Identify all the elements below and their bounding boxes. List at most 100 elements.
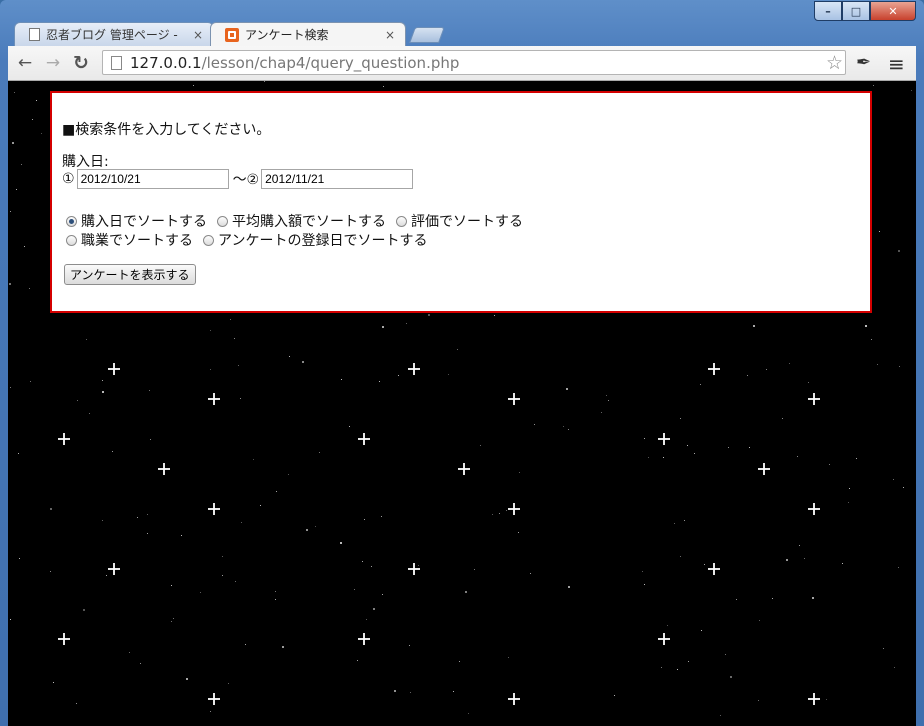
star-dot: [76, 703, 77, 704]
star-dot: [786, 559, 788, 561]
star-dot: [275, 591, 276, 592]
sort-options-row-2: 職業でソートする アンケートの登録日でソートする: [66, 230, 437, 250]
star-dot: [700, 384, 701, 385]
sparkle-star: [508, 503, 520, 515]
menu-icon[interactable]: ≡: [888, 52, 905, 76]
tab-close-icon[interactable]: ×: [193, 28, 203, 42]
back-button[interactable]: ←: [14, 52, 36, 74]
radio-button[interactable]: [203, 234, 214, 246]
minimize-button[interactable]: –: [814, 1, 842, 21]
star-dot: [238, 365, 239, 366]
star-dot: [428, 314, 430, 316]
star-dot: [19, 558, 20, 559]
star-dot: [306, 529, 308, 531]
sort-by-average-amount-option[interactable]: 平均購入額でソートする: [217, 211, 386, 231]
star-dot: [173, 618, 174, 619]
star-dot: [725, 654, 726, 655]
forward-button[interactable]: →: [42, 52, 64, 74]
tab-ninja-blog[interactable]: 忍者ブログ 管理ページ - ×: [14, 22, 214, 46]
star-dot: [530, 573, 531, 574]
sparkle-star: [708, 363, 720, 375]
star-dot: [50, 571, 51, 572]
tab-survey-search[interactable]: アンケート検索 ×: [210, 22, 406, 46]
star-dot: [894, 667, 895, 668]
sort-by-occupation-option[interactable]: 職業でソートする: [66, 230, 193, 250]
eyedropper-icon[interactable]: ✒: [856, 52, 871, 73]
star-dot: [903, 487, 904, 488]
browser-window: – □ ✕ 忍者ブログ 管理ページ - × アンケート検索 × ← → ↻ 12…: [0, 0, 924, 726]
reload-button[interactable]: ↻: [70, 52, 92, 74]
star-dot: [829, 464, 830, 465]
star-dot: [282, 646, 284, 648]
star-dot: [379, 381, 380, 382]
sort-by-purchase-date-option[interactable]: 購入日でソートする: [66, 211, 207, 231]
star-dot: [749, 447, 750, 448]
star-dot: [102, 520, 103, 521]
star-dot: [799, 545, 800, 546]
star-dot: [736, 599, 737, 600]
radio-button[interactable]: [396, 215, 407, 227]
star-dot: [680, 556, 681, 557]
sparkle-star: [358, 633, 370, 645]
window-controls: – □ ✕: [814, 1, 916, 21]
radio-button[interactable]: [66, 234, 77, 246]
star-dot: [608, 400, 609, 401]
star-dot: [680, 418, 681, 419]
star-dot: [30, 381, 31, 382]
star-dot: [728, 447, 729, 448]
star-dot: [112, 451, 113, 452]
radio-label: アンケートの登録日でソートする: [218, 233, 428, 249]
star-dot: [10, 211, 11, 212]
show-survey-button[interactable]: アンケートを表示する: [64, 264, 196, 285]
star-dot: [228, 683, 229, 684]
sparkle-star: [508, 693, 520, 705]
browser-toolbar: ← → ↻ 127.0.0.1/lesson/chap4/query_quest…: [8, 46, 916, 81]
star-dot: [373, 608, 375, 610]
page-content: ■検索条件を入力してください。 購入日: ① 〜② 購入日でソートする 平均購入…: [8, 81, 916, 726]
sparkle-star: [208, 693, 220, 705]
radio-button[interactable]: [217, 215, 228, 227]
star-dot: [222, 575, 223, 576]
radio-button[interactable]: [66, 215, 77, 227]
star-dot: [200, 592, 201, 593]
star-dot: [53, 682, 54, 683]
address-bar[interactable]: 127.0.0.1/lesson/chap4/query_question.ph…: [102, 50, 846, 75]
maximize-button[interactable]: □: [842, 1, 870, 21]
sort-by-rating-option[interactable]: 評価でソートする: [396, 211, 523, 231]
star-dot: [89, 413, 90, 414]
star-dot: [758, 700, 759, 701]
star-dot: [149, 390, 150, 391]
star-dot: [663, 457, 664, 458]
star-dot: [883, 648, 884, 649]
star-dot: [275, 599, 276, 600]
star-dot: [563, 426, 564, 427]
date-to-input[interactable]: [261, 169, 414, 189]
star-dot: [687, 445, 688, 446]
star-dot: [772, 598, 773, 599]
star-dot: [704, 564, 705, 565]
sort-by-registration-date-option[interactable]: アンケートの登録日でソートする: [203, 230, 427, 250]
tab-label: 忍者ブログ 管理ページ -: [46, 28, 178, 42]
star-dot: [568, 429, 569, 430]
star-dot: [648, 457, 649, 458]
star-dot: [492, 514, 493, 515]
star-dot: [383, 86, 384, 87]
page-icon: [111, 55, 122, 70]
star-dot: [688, 661, 689, 662]
star-dot: [16, 189, 17, 190]
new-tab-button[interactable]: [409, 27, 445, 43]
sparkle-star: [708, 563, 720, 575]
bookmark-star-icon[interactable]: ☆: [826, 52, 843, 74]
star-dot: [730, 676, 732, 678]
star-dot: [83, 609, 85, 611]
star-dot: [448, 374, 449, 375]
date-from-input[interactable]: [76, 169, 229, 189]
tab-close-icon[interactable]: ×: [385, 28, 395, 42]
close-window-button[interactable]: ✕: [870, 1, 916, 21]
star-dot: [849, 488, 850, 489]
star-dot: [41, 133, 42, 134]
sparkle-star: [508, 393, 520, 405]
star-dot: [147, 514, 148, 515]
tab-label: アンケート検索: [245, 28, 329, 42]
star-dot: [753, 325, 755, 327]
